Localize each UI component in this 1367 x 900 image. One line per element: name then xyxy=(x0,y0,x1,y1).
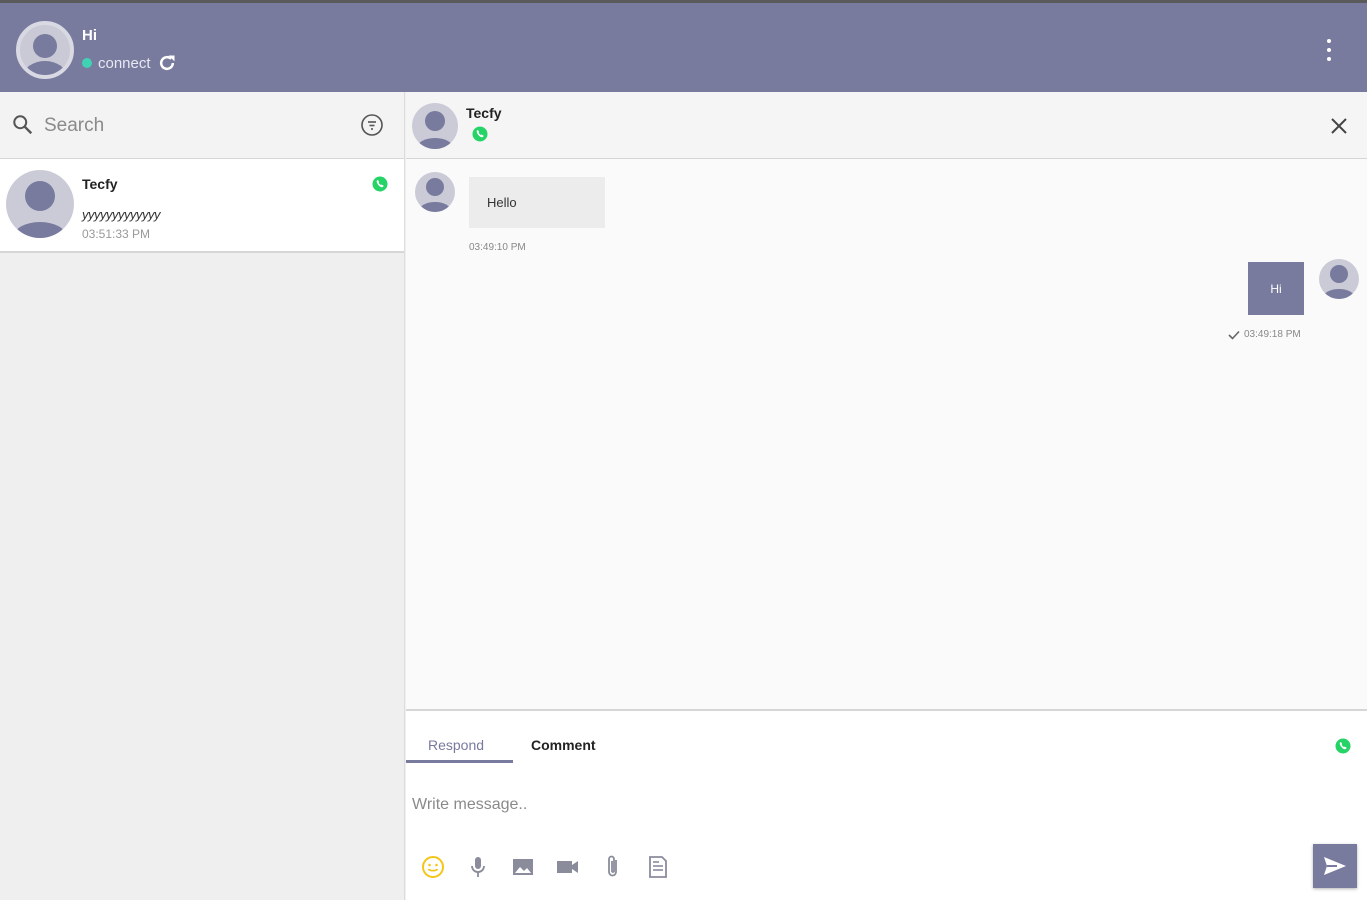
incoming-message-time: 03:49:10 PM xyxy=(469,242,526,253)
whatsapp-icon xyxy=(372,176,388,192)
template-icon[interactable] xyxy=(645,854,671,880)
search-input[interactable] xyxy=(44,110,344,142)
chat-panel: Tecfy Hello 03:49:10 PM Hi 03:49:18 PM R… xyxy=(406,92,1367,900)
connection-status: connect xyxy=(82,53,177,73)
message-composer: Respond Comment xyxy=(406,709,1367,900)
incoming-message-bubble: Hello xyxy=(469,177,605,228)
outgoing-message-time: 03:49:18 PM xyxy=(1244,329,1301,340)
filter-icon[interactable] xyxy=(360,113,384,137)
active-tab-indicator xyxy=(406,760,513,763)
contact-silhouette-icon xyxy=(14,181,66,238)
tab-comment[interactable]: Comment xyxy=(531,737,596,753)
video-icon[interactable] xyxy=(555,854,581,880)
conversation-last-message: yyyyyyyyyyyyy xyxy=(82,207,161,222)
chat-contact-name: Tecfy xyxy=(466,105,502,121)
whatsapp-icon xyxy=(1335,738,1351,754)
user-avatar[interactable] xyxy=(16,21,74,79)
contact-silhouette-icon xyxy=(417,111,453,149)
close-icon[interactable] xyxy=(1329,116,1349,136)
composer-toolbar xyxy=(420,854,690,880)
contact-avatar xyxy=(6,170,74,238)
attachment-icon[interactable] xyxy=(600,854,626,880)
kebab-menu-icon[interactable] xyxy=(1321,39,1337,61)
conversation-time: 03:51:33 PM xyxy=(82,227,151,241)
user-name: Hi xyxy=(82,27,97,44)
check-icon xyxy=(1228,330,1240,340)
contact-silhouette-icon xyxy=(419,178,451,212)
whatsapp-icon xyxy=(472,126,488,142)
outgoing-message-meta: 03:49:18 PM xyxy=(1228,329,1301,340)
tab-respond[interactable]: Respond xyxy=(428,737,484,753)
chat-contact-avatar xyxy=(412,103,458,149)
chat-header: Tecfy xyxy=(406,92,1367,159)
outgoing-message-avatar xyxy=(1319,259,1359,299)
user-silhouette-icon xyxy=(23,34,67,75)
conversation-item[interactable]: Tecfy yyyyyyyyyyyyy 03:51:33 PM xyxy=(0,159,404,253)
message-list: Hello 03:49:10 PM Hi 03:49:18 PM xyxy=(406,159,1367,709)
conversation-panel: Tecfy yyyyyyyyyyyyy 03:51:33 PM xyxy=(0,92,405,900)
top-bar: Hi connect xyxy=(0,0,1367,92)
online-dot-icon xyxy=(82,58,92,68)
conversation-name: Tecfy xyxy=(82,176,118,192)
microphone-icon[interactable] xyxy=(465,854,491,880)
search-icon xyxy=(13,115,33,135)
send-button[interactable] xyxy=(1313,844,1357,888)
send-icon xyxy=(1324,857,1346,875)
outgoing-message-bubble: Hi xyxy=(1248,262,1304,315)
user-silhouette-icon xyxy=(1323,265,1355,299)
connection-status-text: connect xyxy=(98,54,151,72)
search-bar xyxy=(0,92,404,159)
emoji-icon[interactable] xyxy=(420,854,446,880)
incoming-message-avatar xyxy=(415,172,455,212)
refresh-icon[interactable] xyxy=(157,53,177,73)
message-input[interactable] xyxy=(412,791,1212,819)
image-icon[interactable] xyxy=(510,854,536,880)
